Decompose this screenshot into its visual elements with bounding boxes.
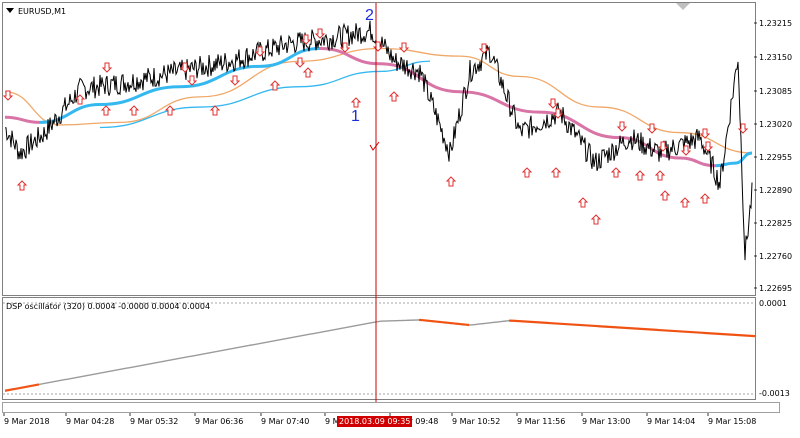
cursor-check-mark bbox=[369, 141, 380, 151]
price-tick-label: 1.22825 bbox=[759, 219, 793, 228]
time-tick-label: 9 Mar 2018 bbox=[4, 417, 50, 426]
sell-arrow-icon bbox=[254, 46, 266, 57]
price-tick-label: 1.23150 bbox=[759, 53, 793, 62]
sell-arrow-icon bbox=[101, 62, 113, 73]
price-tick-label: 1.23215 bbox=[759, 19, 793, 28]
time-tick-label: 9 Mar 11:56 bbox=[517, 417, 566, 426]
time-tick-label: 9 Mar 13:00 bbox=[582, 417, 631, 426]
wave-marker-2: 2 bbox=[365, 7, 374, 24]
buy-arrow-icon bbox=[100, 105, 112, 116]
buy-arrow-icon bbox=[209, 105, 221, 116]
buy-arrow-icon bbox=[590, 214, 602, 225]
chart-title-text: EURUSD,M1 bbox=[18, 7, 67, 16]
osc-tick-bottom: -0.0013 bbox=[759, 389, 790, 398]
dsp-line-up-end bbox=[714, 151, 753, 168]
chart-canvas bbox=[2, 3, 757, 416]
sell-arrow-icon bbox=[616, 121, 628, 132]
buy-arrow-icon bbox=[577, 197, 589, 208]
sell-arrow-icon bbox=[229, 75, 241, 86]
buy-arrow-icon bbox=[445, 176, 457, 187]
time-tick-label: 9 Mar 06:36 bbox=[195, 417, 244, 426]
oscillator-title[interactable]: DSP oscillator (320) 0.0004 -0.0000 0.00… bbox=[6, 302, 210, 311]
buy-arrow-icon bbox=[350, 97, 362, 108]
dsp-line-down-start bbox=[4, 115, 41, 124]
buy-arrow-icon bbox=[610, 167, 622, 178]
buy-arrow-icon bbox=[659, 190, 671, 201]
price-tick-label: 1.22760 bbox=[759, 252, 793, 261]
time-tick-label: 9 Mar 10:52 bbox=[452, 417, 501, 426]
dsp-secondary-line bbox=[99, 60, 431, 129]
sell-arrow-icon bbox=[294, 57, 306, 68]
time-tick-label: 9 Mar 05:32 bbox=[130, 417, 179, 426]
time-tick-label: 9 Mar 07:40 bbox=[261, 417, 310, 426]
osc-tick-top: 0.0001 bbox=[759, 299, 787, 308]
buy-arrow-icon bbox=[302, 67, 314, 78]
buy-arrow-icon bbox=[550, 167, 562, 178]
buy-arrow-icon bbox=[128, 105, 140, 116]
price-tick-label: 1.23085 bbox=[759, 87, 793, 96]
price-tick-label: 1.22890 bbox=[759, 186, 793, 195]
time-tick-label: 9 Mar 15:08 bbox=[708, 417, 757, 426]
horizontal-scrollbar[interactable] bbox=[2, 402, 780, 413]
sell-arrow-icon bbox=[186, 75, 198, 86]
buy-arrow-icon bbox=[634, 170, 646, 181]
chart-title[interactable]: EURUSD,M1 bbox=[6, 7, 66, 16]
time-tick-label: 9 Mar 04:28 bbox=[66, 417, 115, 426]
buy-arrow-icon bbox=[388, 91, 400, 102]
buy-arrow-icon bbox=[16, 180, 28, 191]
buy-arrow-icon bbox=[164, 105, 176, 116]
cursor-time-label: 2018.03.09 09:35 bbox=[337, 416, 413, 427]
chart-menu-triangle-icon[interactable] bbox=[6, 8, 14, 13]
sell-arrow-icon bbox=[547, 98, 559, 109]
buy-arrow-icon bbox=[521, 167, 533, 178]
price-tick-label: 1.23020 bbox=[759, 120, 793, 129]
wave-marker-1: 1 bbox=[351, 108, 360, 125]
buy-arrow-icon bbox=[699, 193, 711, 204]
dsp-line-down bbox=[319, 46, 716, 168]
buy-arrow-icon bbox=[679, 197, 691, 208]
price-tick-label: 1.22695 bbox=[759, 284, 793, 293]
sell-arrow-icon bbox=[314, 28, 326, 39]
time-tick-label: 9 Mar 14:04 bbox=[647, 417, 696, 426]
price-tick-label: 1.22955 bbox=[759, 153, 793, 162]
buy-arrow-icon bbox=[654, 170, 666, 181]
